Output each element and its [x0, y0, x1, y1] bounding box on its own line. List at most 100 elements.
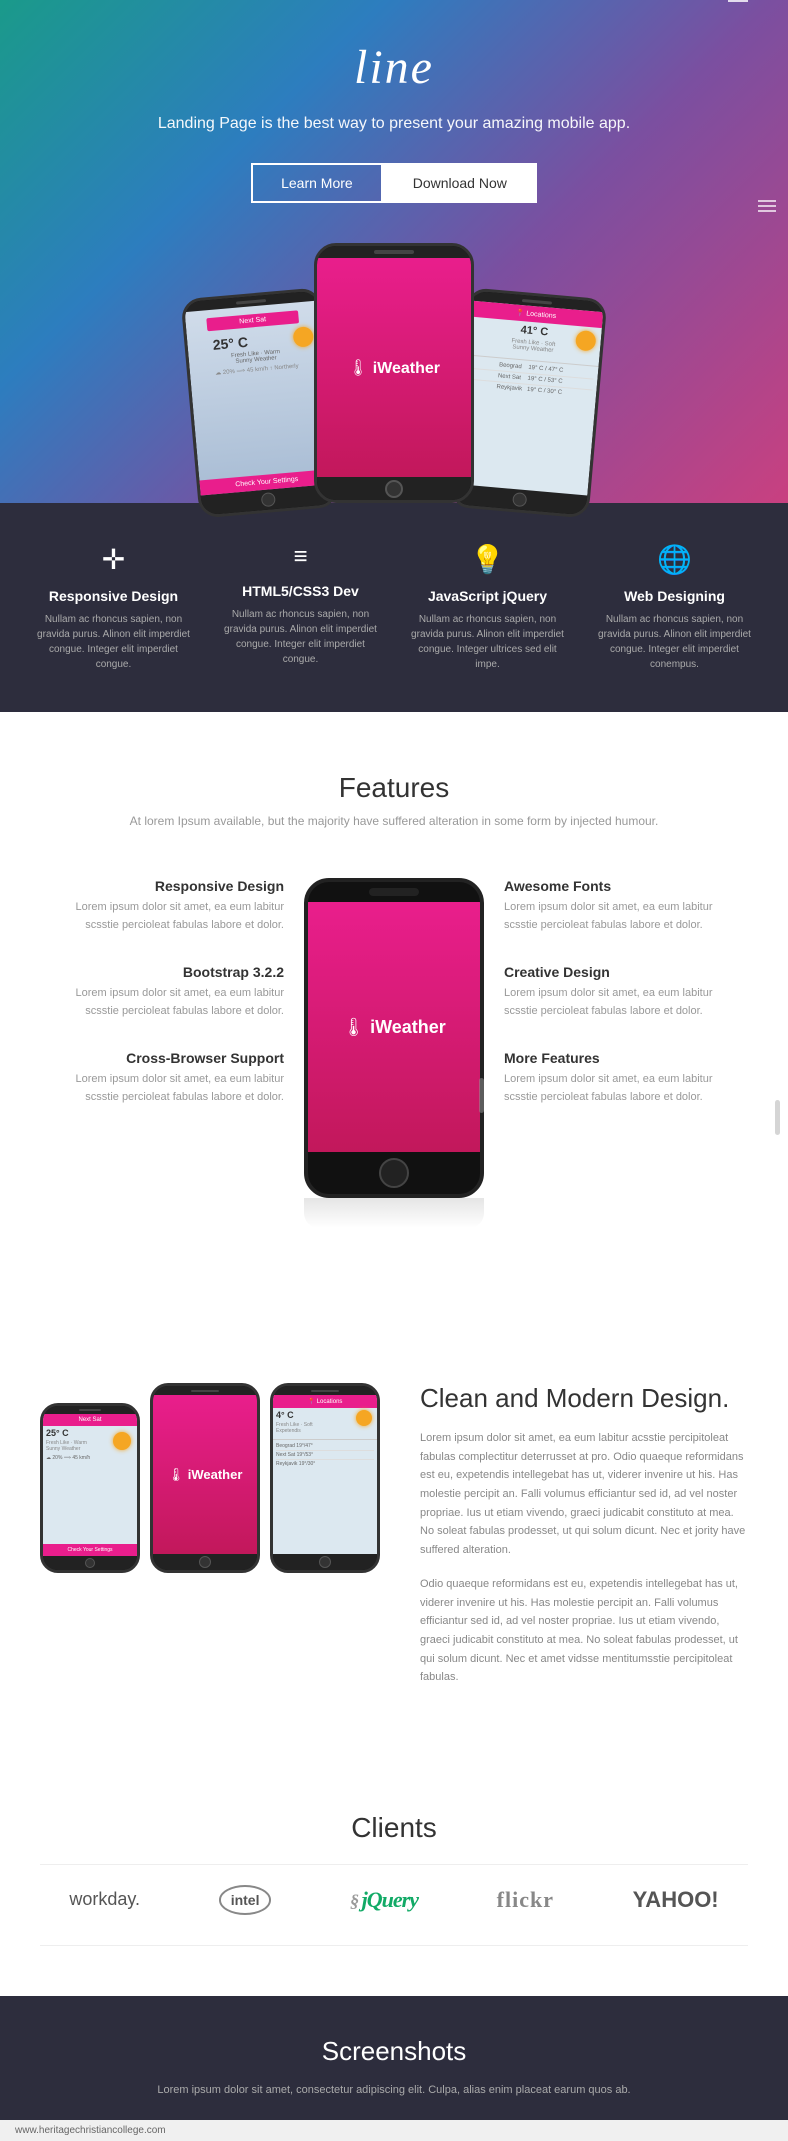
modern-section: Next Sat 25° C Fresh Like · WarmSunny We… — [0, 1323, 788, 1762]
feature-more-title: More Features — [504, 1050, 748, 1066]
feature-crossbrowser-title: Cross-Browser Support — [40, 1050, 284, 1066]
weather-list-right: Beograd 19° C / 47° C Next Sat 19° C / 5… — [462, 354, 599, 403]
footer-url: www.heritagechristiancollege.com — [15, 2125, 166, 2136]
responsive-icon: ✛ — [31, 543, 196, 576]
features-left-col: Responsive Design Lorem ipsum dolor sit … — [40, 878, 284, 1137]
screenshots-title: Screenshots — [40, 2036, 748, 2067]
clients-logos: workday. intel § jQuery flickr YAHOO! — [40, 1885, 748, 1915]
feature-crossbrowser: Cross-Browser Support Lorem ipsum dolor … — [40, 1050, 284, 1106]
modern-title: Clean and Modern Design. — [420, 1383, 748, 1414]
iweather-logo-modern: 🌡 iWeather — [168, 1466, 243, 1484]
js-icon: 💡 — [405, 543, 570, 576]
feature-desc-responsive: Nullam ac rhoncus sapien, non gravida pu… — [31, 612, 196, 672]
hamburger-line — [728, 0, 748, 2]
phone-center: 🌡 iWeather — [314, 243, 474, 503]
feature-more-desc: Lorem ipsum dolor sit amet, ea eum labit… — [504, 1071, 748, 1106]
learn-more-button[interactable]: Learn More — [251, 163, 383, 203]
divider-clients-bottom — [40, 1945, 748, 1946]
side-menu-icon[interactable] — [758, 200, 776, 212]
modern-text: Clean and Modern Design. Lorem ipsum dol… — [420, 1383, 748, 1702]
screenshots-section: Screenshots Lorem ipsum dolor sit amet, … — [0, 1996, 788, 2120]
hero-phones: Next Sat 25° C Fresh Like · WarmSunny We… — [20, 243, 768, 503]
features-grid: Responsive Design Lorem ipsum dolor sit … — [40, 878, 748, 1263]
feature-desc-js: Nullam ac rhoncus sapien, non gravida pu… — [405, 612, 570, 672]
center-phone-notch — [369, 888, 419, 896]
feature-responsive: Responsive Design Lorem ipsum dolor sit … — [40, 878, 284, 934]
feature-item-html5: ≡ HTML5/CSS3 Dev Nullam ac rhoncus sapie… — [218, 543, 383, 672]
hamburger-menu[interactable] — [728, 0, 748, 2]
client-yahoo: YAHOO! — [633, 1887, 719, 1913]
phone-center-screen: 🌡 iWeather — [317, 258, 471, 477]
features-light-section: Features At lorem Ipsum available, but t… — [0, 712, 788, 1323]
feature-bootstrap: Bootstrap 3.2.2 Lorem ipsum dolor sit am… — [40, 964, 284, 1020]
client-intel: intel — [219, 1885, 272, 1915]
hero-nav: line — [20, 40, 768, 95]
modern-phones: Next Sat 25° C Fresh Like · WarmSunny We… — [40, 1383, 380, 1573]
client-flickr: flickr — [497, 1887, 554, 1913]
feature-crossbrowser-desc: Lorem ipsum dolor sit amet, ea eum labit… — [40, 1071, 284, 1106]
feature-desc-webdesign: Nullam ac rhoncus sapien, non gravida pu… — [592, 612, 757, 672]
feature-creative: Creative Design Lorem ipsum dolor sit am… — [504, 964, 748, 1020]
center-phone-reflection — [304, 1198, 484, 1228]
feature-item-webdesign: 🌐 Web Designing Nullam ac rhoncus sapien… — [592, 543, 757, 672]
center-phone-mockup: 🌡 iWeather — [304, 878, 484, 1198]
clients-title: Clients — [40, 1812, 748, 1844]
feature-fonts-desc: Lorem ipsum dolor sit amet, ea eum labit… — [504, 899, 748, 934]
hero-buttons: Learn More Download Now — [20, 163, 768, 203]
feature-title-html5: HTML5/CSS3 Dev — [218, 583, 383, 599]
sun-icon-left — [292, 326, 314, 348]
modern-phone-1-screen: Next Sat 25° C Fresh Like · WarmSunny We… — [43, 1414, 137, 1556]
divider-clients-top — [40, 1864, 748, 1865]
feature-bootstrap-title: Bootstrap 3.2.2 — [40, 964, 284, 980]
hero-title: line — [20, 40, 768, 95]
phone-right-screen: 📍 Locations 41° C Fresh Like · SoftSunny… — [454, 300, 604, 495]
features-subtitle: At lorem Ipsum available, but the majori… — [40, 814, 748, 828]
center-phone-screen: 🌡 iWeather — [308, 902, 480, 1152]
feature-title-webdesign: Web Designing — [592, 588, 757, 604]
scrollbar-indicator-features — [479, 1078, 484, 1113]
modern-phone-3-list: Beograd 19°/47° Next Sat 19°/53° Reykjav… — [273, 1439, 377, 1470]
modern-phone-2-screen: 🌡 iWeather — [153, 1395, 257, 1554]
modern-phone-1: Next Sat 25° C Fresh Like · WarmSunny We… — [40, 1403, 140, 1573]
feature-creative-desc: Lorem ipsum dolor sit amet, ea eum labit… — [504, 985, 748, 1020]
features-title: Features — [40, 772, 748, 804]
download-now-button[interactable]: Download Now — [383, 163, 537, 203]
feature-title-js: JavaScript jQuery — [405, 588, 570, 604]
feature-fonts: Awesome Fonts Lorem ipsum dolor sit amet… — [504, 878, 748, 934]
feature-responsive-desc: Lorem ipsum dolor sit amet, ea eum labit… — [40, 899, 284, 934]
html5-icon: ≡ — [218, 543, 383, 571]
modern-phone-3-header: 📍 Locations — [273, 1395, 377, 1408]
feature-desc-html5: Nullam ac rhoncus sapien, non gravida pu… — [218, 607, 383, 667]
feature-responsive-title: Responsive Design — [40, 878, 284, 894]
modern-desc-2: Odio quaeque reformidans est eu, expeten… — [420, 1575, 748, 1687]
footer-bar: www.heritagechristiancollege.com — [0, 2120, 788, 2141]
modern-phone-1-header: Next Sat — [43, 1414, 137, 1426]
feature-fonts-title: Awesome Fonts — [504, 878, 748, 894]
modern-desc-1: Lorem ipsum dolor sit amet, ea eum labit… — [420, 1429, 748, 1560]
iweather-logo-center: 🌡 iWeather — [348, 358, 440, 378]
features-dark-section: ✛ Responsive Design Nullam ac rhoncus sa… — [0, 503, 788, 712]
feature-item-responsive: ✛ Responsive Design Nullam ac rhoncus sa… — [31, 543, 196, 672]
center-phone-home-btn — [379, 1158, 409, 1188]
modern-phone-1-wind: ☁ 20% ⟹ 45 km/h — [43, 1455, 137, 1461]
iweather-logo-features: 🌡 iWeather — [342, 1017, 446, 1038]
modern-phone-2: 🌡 iWeather — [150, 1383, 260, 1573]
feature-bootstrap-desc: Lorem ipsum dolor sit amet, ea eum labit… — [40, 985, 284, 1020]
features-center-phone: 🌡 iWeather — [304, 878, 484, 1263]
modern-phone-1-settings: Check Your Settings — [43, 1544, 137, 1556]
clients-section: Clients workday. intel § jQuery flickr Y… — [0, 1762, 788, 1996]
screenshots-subtitle: Lorem ipsum dolor sit amet, consectetur … — [40, 2082, 748, 2100]
client-jquery: § jQuery — [350, 1887, 418, 1913]
sun-icon-modern-3 — [356, 1410, 372, 1426]
feature-title-responsive: Responsive Design — [31, 588, 196, 604]
feature-creative-title: Creative Design — [504, 964, 748, 980]
feature-item-js: 💡 JavaScript jQuery Nullam ac rhoncus sa… — [405, 543, 570, 672]
webdesign-icon: 🌐 — [592, 543, 757, 576]
feature-more: More Features Lorem ipsum dolor sit amet… — [504, 1050, 748, 1106]
features-right-col: Awesome Fonts Lorem ipsum dolor sit amet… — [504, 878, 748, 1137]
client-workday: workday. — [69, 1889, 140, 1910]
modern-phone-3: 📍 Locations 4° C Fresh Like · SoftExpete… — [270, 1383, 380, 1573]
scrollbar-indicator-modern — [775, 1100, 780, 1135]
hero-section: line Landing Page is the best way to pre… — [0, 0, 788, 503]
modern-phone-3-screen: 📍 Locations 4° C Fresh Like · SoftExpete… — [273, 1395, 377, 1554]
